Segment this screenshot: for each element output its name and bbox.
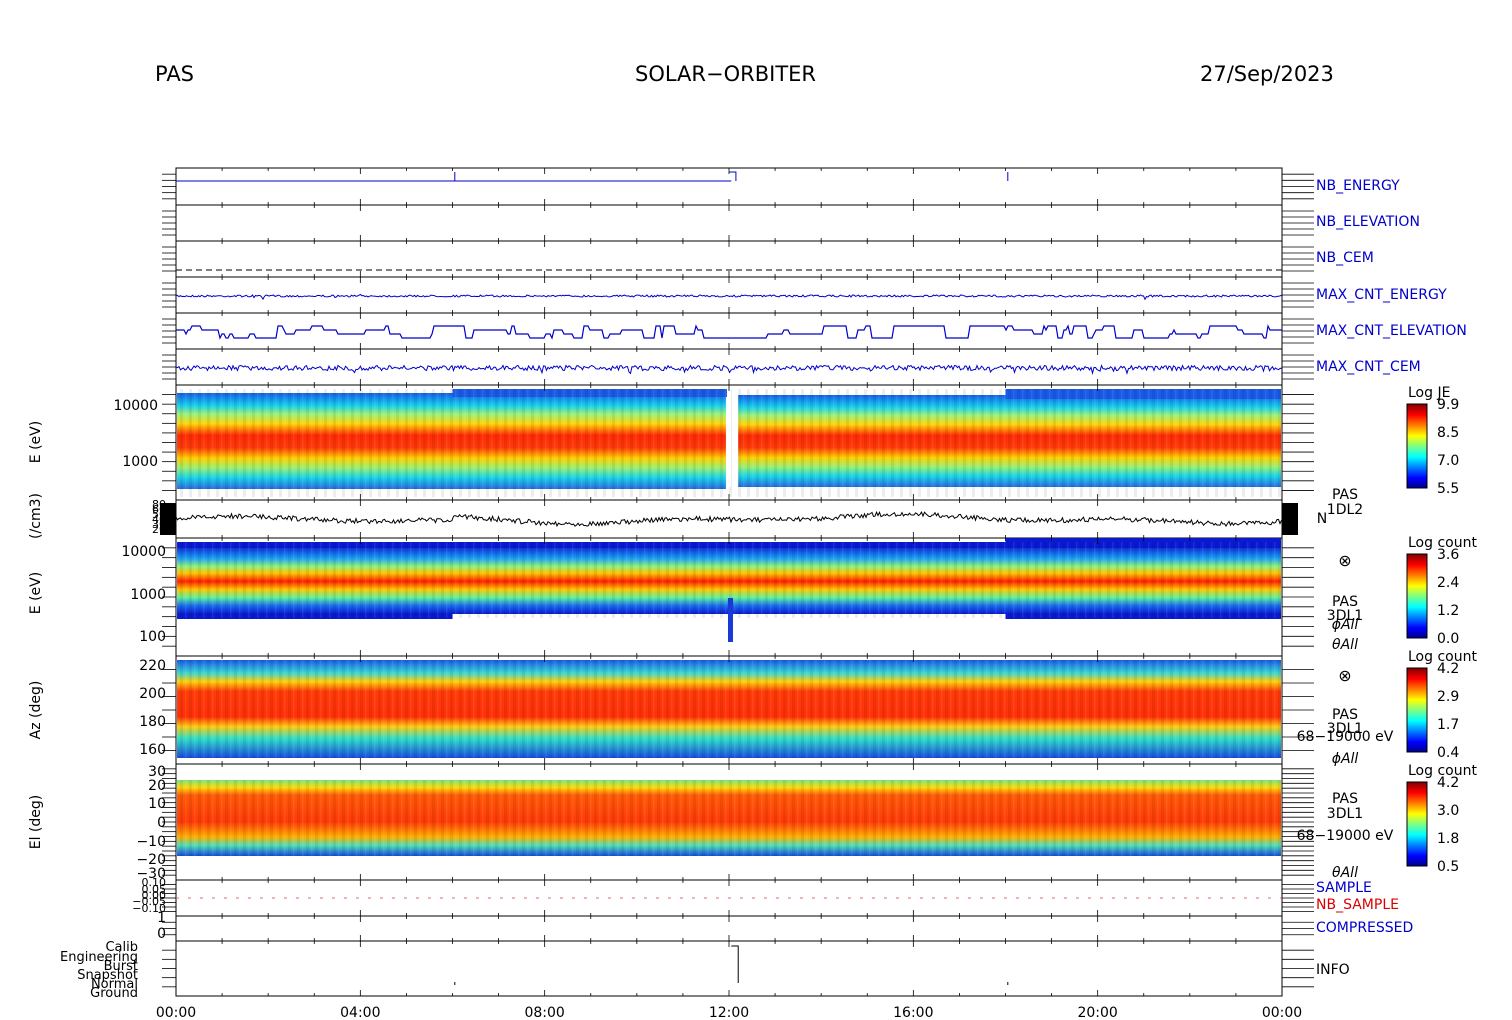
- ec-gap-tail: [728, 598, 733, 642]
- el-ytick: 20: [148, 778, 166, 794]
- el-colorbar: [1406, 781, 1428, 867]
- x-tick-label: 08:00: [524, 1005, 564, 1020]
- density-trace: [175, 510, 1282, 528]
- compressed-label: COMPRESSED: [1316, 920, 1413, 936]
- az-phi-label: ϕAll: [1332, 751, 1359, 767]
- ec-colorbar-tick: 1.2: [1437, 603, 1459, 619]
- el-ylabel: El (deg): [28, 795, 44, 850]
- el-ytick: −10: [136, 834, 166, 850]
- ec-colorbar: [1406, 553, 1428, 639]
- x-tick-label: 16:00: [893, 1005, 933, 1020]
- az-ytick: 180: [139, 714, 166, 730]
- je-ytick: 10000: [113, 398, 158, 414]
- ec-colorbar-tick: 2.4: [1437, 575, 1459, 591]
- max-cnt-energy-trace: [175, 293, 1282, 301]
- density-ylabel: (/cm3): [28, 493, 44, 539]
- el-energy-range-label: 68−19000 eV: [1297, 828, 1394, 844]
- el-texture: [177, 780, 1281, 856]
- nb-cem-label: NB_CEM: [1316, 250, 1374, 266]
- density-ytick: 20: [152, 523, 166, 536]
- el-ytick: 10: [148, 796, 166, 812]
- max-cnt-elevation-label: MAX_CNT_ELEVATION: [1316, 323, 1467, 339]
- nb-sample-label: NB_SAMPLE: [1316, 897, 1399, 913]
- sample-label: SAMPLE: [1316, 880, 1372, 896]
- x-tick-label: 04:00: [340, 1005, 380, 1020]
- ec-out-of-plane-icon: ⊗: [1338, 551, 1351, 570]
- density-level-label: 1DL2: [1327, 502, 1363, 518]
- panel-frame-info: [175, 940, 1283, 997]
- nb-energy-label: NB_ENERGY: [1316, 178, 1400, 194]
- je-colorbar-tick: 7.0: [1437, 453, 1459, 469]
- az-ytick: 200: [139, 686, 166, 702]
- x-tick-label: 00:00: [156, 1005, 196, 1020]
- el-colorbar-tick: 4.2: [1437, 775, 1459, 791]
- el-ytick: 0: [157, 815, 166, 831]
- density-pas-label: PAS: [1332, 487, 1358, 503]
- max-cnt-cem-trace: [175, 364, 1282, 376]
- je-colorbar-tick: 8.5: [1437, 425, 1459, 441]
- ec-colorbar-tick: 3.6: [1437, 547, 1459, 563]
- el-colorbar-tick: 3.0: [1437, 803, 1459, 819]
- az-colorbar: [1406, 667, 1428, 753]
- compressed-ytick: 1: [157, 910, 166, 926]
- az-out-of-plane-icon: ⊗: [1338, 666, 1351, 685]
- az-colorbar-tick: 0.4: [1437, 745, 1459, 761]
- ec-theta-label: θAll: [1332, 637, 1358, 653]
- summary-plot: NB_ENERGY NB_ELEVATION NB_CEM MAX_CNT_ENERG…: [28, 167, 1477, 1020]
- nb-energy-step: [729, 171, 737, 181]
- x-tick-label: 12:00: [709, 1005, 749, 1020]
- je-ylabel: E (eV): [28, 421, 44, 463]
- ec-ylabel: E (eV): [28, 572, 44, 614]
- compressed-ytick: 0: [157, 926, 166, 942]
- max-cnt-cem-label: MAX_CNT_CEM: [1316, 359, 1421, 375]
- ec-ytick: 10000: [121, 544, 166, 560]
- nb-elevation-label: NB_ELEVATION: [1316, 214, 1420, 230]
- az-colorbar-tick: 1.7: [1437, 717, 1459, 733]
- density-n-label: N: [1317, 511, 1327, 527]
- je-ytick: 1000: [122, 454, 158, 470]
- az-ylabel: Az (deg): [28, 681, 44, 740]
- max-cnt-energy-label: MAX_CNT_ENERGY: [1316, 287, 1447, 303]
- az-ytick: 220: [139, 658, 166, 674]
- az-colorbar-tick: 2.9: [1437, 689, 1459, 705]
- ec-phi-label: ϕAll: [1332, 617, 1359, 633]
- je-gap: [727, 387, 731, 487]
- x-tick-label: 20:00: [1077, 1005, 1117, 1020]
- density-right-block: [1282, 503, 1298, 535]
- az-texture: [177, 660, 1281, 758]
- je-colorbar: [1406, 403, 1428, 489]
- x-tick-label: 00:00: [1262, 1005, 1302, 1020]
- el-colorbar-tick: 1.8: [1437, 831, 1459, 847]
- info-ytick: Ground: [90, 986, 138, 1001]
- info-trace: [731, 945, 739, 983]
- el-pas-label: PAS: [1332, 791, 1358, 807]
- ec-colorbar-tick: 0.0: [1437, 631, 1459, 647]
- az-energy-range-label: 68−19000 eV: [1297, 729, 1394, 745]
- info-label: INFO: [1316, 962, 1350, 978]
- az-ytick: 160: [139, 742, 166, 758]
- je-colorbar-tick: 5.5: [1437, 481, 1459, 497]
- max-cnt-elevation-trace: [176, 324, 1282, 340]
- az-colorbar-tick: 4.2: [1437, 661, 1459, 677]
- el-level-label: 3DL1: [1327, 806, 1363, 822]
- ec-ytick: 100: [139, 629, 166, 645]
- je-colorbar-tick: 9.9: [1437, 397, 1459, 413]
- el-colorbar-tick: 0.5: [1437, 859, 1459, 875]
- el-theta-label: θAll: [1332, 865, 1358, 881]
- ec-ytick: 1000: [130, 587, 166, 603]
